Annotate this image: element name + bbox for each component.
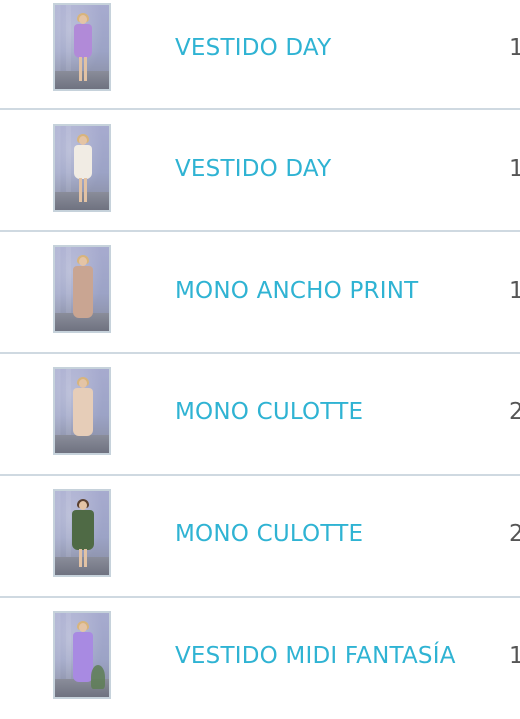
list-item: MONO CULOTTE 2 — [0, 476, 520, 597]
product-thumbnail[interactable] — [53, 245, 111, 333]
product-name-link[interactable]: MONO CULOTTE — [175, 399, 363, 425]
product-thumbnail[interactable] — [53, 367, 111, 455]
product-thumbnail[interactable] — [53, 124, 111, 212]
product-name-link[interactable]: VESTIDO MIDI FANTASÍA — [175, 643, 456, 669]
product-name-link[interactable]: MONO CULOTTE — [175, 521, 363, 547]
product-thumbnail[interactable] — [53, 489, 111, 577]
list-item: MONO ANCHO PRINT 1 — [0, 232, 520, 353]
list-item: VESTIDO DAY 1 — [0, 110, 520, 231]
product-quantity: 1 — [509, 643, 520, 669]
product-quantity: 2 — [509, 521, 520, 547]
product-quantity: 2 — [509, 399, 520, 425]
product-name-link[interactable]: VESTIDO DAY — [175, 156, 331, 182]
product-quantity: 1 — [509, 156, 520, 182]
list-item: VESTIDO DAY 1 — [0, 0, 520, 109]
list-item: MONO CULOTTE 2 — [0, 354, 520, 475]
product-thumbnail[interactable] — [53, 3, 111, 91]
list-item: VESTIDO MIDI FANTASÍA 1 — [0, 598, 520, 719]
product-quantity: 1 — [509, 35, 520, 61]
product-name-link[interactable]: MONO ANCHO PRINT — [175, 278, 418, 304]
product-name-link[interactable]: VESTIDO DAY — [175, 35, 331, 61]
product-quantity: 1 — [509, 278, 520, 304]
product-list: VESTIDO DAY 1 VESTIDO DAY 1 MONO ANCHO P… — [0, 0, 520, 699]
